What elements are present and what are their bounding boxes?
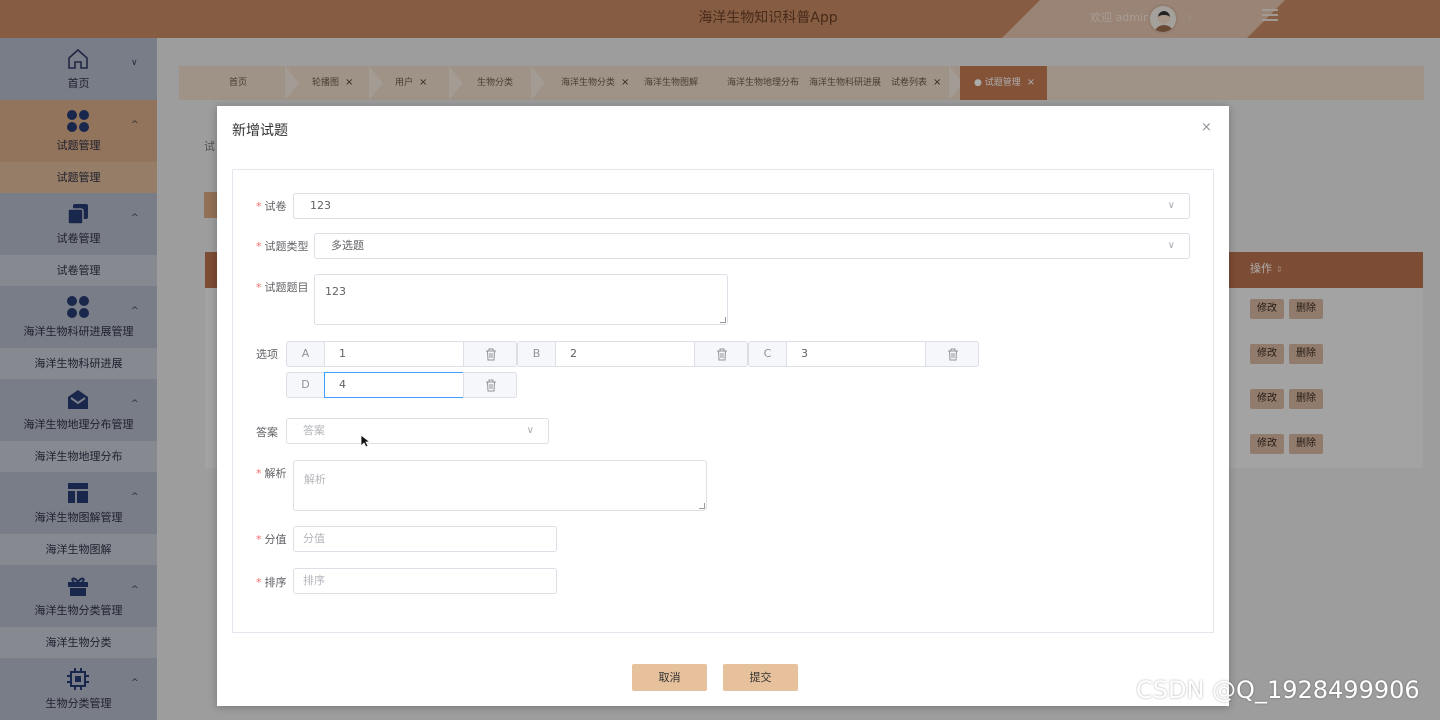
- answer-label: 答案: [256, 426, 278, 439]
- analysis-textarea[interactable]: 解析: [293, 460, 707, 511]
- paper-select[interactable]: 123 ∨: [293, 193, 1190, 219]
- score-input[interactable]: 分值: [293, 526, 557, 552]
- option-key: D: [286, 372, 324, 398]
- analysis-label: * 解析: [256, 467, 287, 480]
- option-key: C: [748, 341, 786, 367]
- resize-handle-icon: [720, 317, 726, 323]
- trash-icon: [717, 348, 727, 361]
- score-label: * 分值: [256, 533, 287, 546]
- mouse-cursor-icon: [360, 434, 370, 448]
- chevron-down-icon: ∨: [526, 425, 534, 436]
- add-question-dialog: 新增试题 × * 试卷 123 ∨ * 试题类型 多选题 ∨ * 试题题目 123 选项 …: [217, 106, 1229, 706]
- answer-select[interactable]: 答案 ∨: [286, 418, 549, 444]
- question-title-textarea[interactable]: 123: [314, 274, 728, 325]
- cancel-button[interactable]: 取消: [632, 664, 707, 691]
- trash-icon: [948, 348, 958, 361]
- submit-button[interactable]: 提交: [723, 664, 798, 691]
- delete-option-button[interactable]: [925, 341, 979, 367]
- option-value-input[interactable]: 4: [324, 372, 464, 398]
- option-key: B: [517, 341, 555, 367]
- resize-handle-icon: [699, 503, 705, 509]
- option-value-input[interactable]: 1: [324, 341, 464, 367]
- question-type-select[interactable]: 多选题 ∨: [314, 233, 1190, 259]
- watermark-text: CSDN @Q_1928499906: [1136, 676, 1420, 704]
- paper-label: * 试卷: [256, 200, 287, 213]
- chevron-down-icon: ∨: [1167, 200, 1175, 211]
- delete-option-button[interactable]: [463, 341, 517, 367]
- trash-icon: [486, 348, 496, 361]
- question-title-label: * 试题题目: [256, 281, 309, 294]
- option-value-input[interactable]: 3: [786, 341, 926, 367]
- delete-option-button[interactable]: [463, 372, 517, 398]
- dialog-title: 新增试题: [232, 123, 288, 139]
- sort-label: * 排序: [256, 576, 287, 589]
- chevron-down-icon: ∨: [1167, 240, 1175, 251]
- sort-input[interactable]: 排序: [293, 568, 557, 594]
- options-label: 选项: [256, 348, 278, 361]
- close-icon[interactable]: ×: [1201, 120, 1212, 135]
- question-type-label: * 试题类型: [256, 240, 309, 253]
- option-key: A: [286, 341, 324, 367]
- question-form: * 试卷 123 ∨ * 试题类型 多选题 ∨ * 试题题目 123 选项 A 1 B 2: [232, 169, 1214, 633]
- option-value-input[interactable]: 2: [555, 341, 695, 367]
- trash-icon: [486, 379, 496, 392]
- delete-option-button[interactable]: [694, 341, 748, 367]
